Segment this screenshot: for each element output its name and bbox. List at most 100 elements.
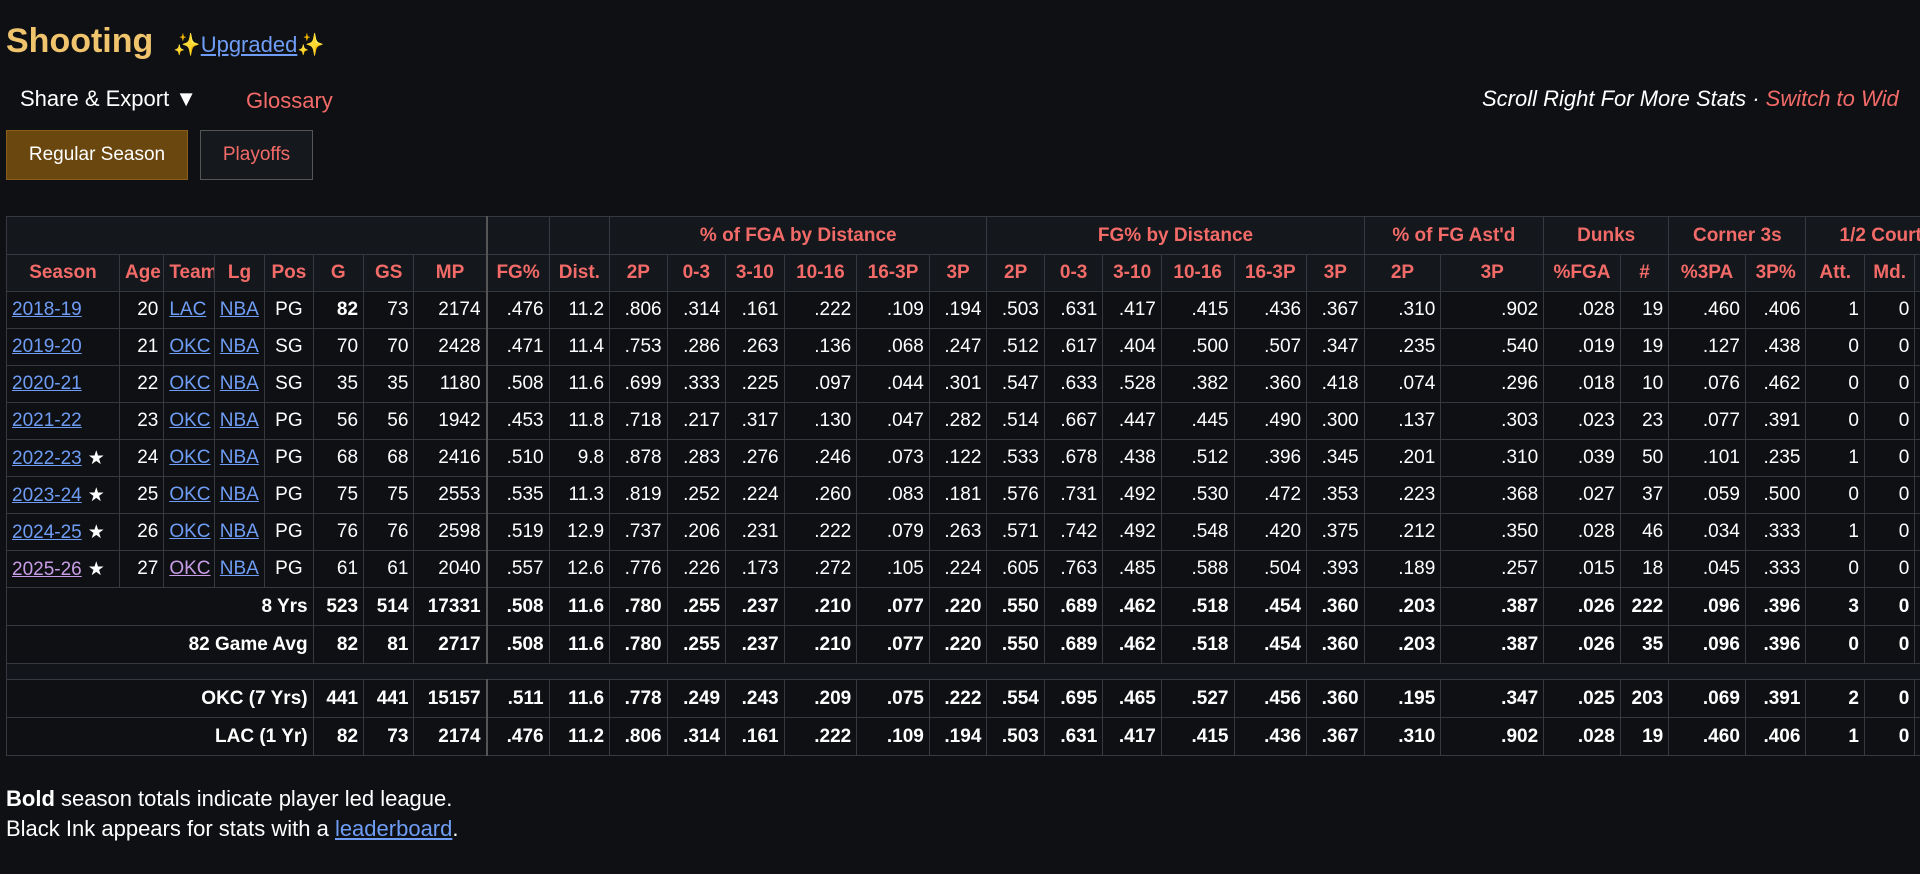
league-link[interactable]: NBA <box>220 558 259 579</box>
column-header[interactable]: %FGA <box>1543 254 1621 292</box>
team-link[interactable]: LAC <box>169 299 206 320</box>
stat-cell: 0 <box>1863 625 1916 664</box>
league-cell: NBA <box>213 365 266 403</box>
column-header[interactable]: GS <box>363 254 415 292</box>
stat-cell: .518 <box>1160 625 1235 664</box>
league-link[interactable]: NBA <box>220 336 259 357</box>
season-link[interactable]: 2019-20 <box>12 336 82 357</box>
column-header[interactable]: 10-16 <box>783 254 858 292</box>
season-link[interactable]: 2024-25 <box>12 522 82 543</box>
stat-cell: .023 <box>1543 402 1621 440</box>
column-header[interactable] <box>1914 254 1920 292</box>
league-link[interactable]: NBA <box>220 410 259 431</box>
column-header[interactable]: 2P <box>609 254 668 292</box>
column-header[interactable]: 10-16 <box>1160 254 1235 292</box>
stat-cell: .045 <box>1668 550 1746 588</box>
column-header[interactable]: Pos <box>264 254 314 292</box>
position-cell: PG <box>264 476 314 514</box>
league-link[interactable]: NBA <box>220 484 259 505</box>
column-header[interactable]: 0-3 <box>1043 254 1104 292</box>
league-link[interactable]: NBA <box>220 447 259 468</box>
season-link[interactable]: 2020-21 <box>12 373 82 394</box>
column-header[interactable]: 3-10 <box>1102 254 1162 292</box>
summary-row: OKC (7 Yrs) 441 441 15157.511 11.6.778.249.2… <box>6 679 1920 718</box>
column-header[interactable]: # <box>1619 254 1670 292</box>
leaderboard-link[interactable]: leaderboard <box>335 816 452 841</box>
column-header[interactable]: MP <box>413 254 488 292</box>
season-link[interactable]: 2023-24 <box>12 485 82 506</box>
column-header[interactable]: Age <box>118 254 165 292</box>
stat-cell: .605 <box>986 550 1045 588</box>
shooting-table-wrapper[interactable]: % of FGA by Distance FG% by Distance % o… <box>6 216 1920 756</box>
note-line-2-prefix: Black Ink appears for stats with a <box>6 816 335 841</box>
column-header[interactable]: Att. <box>1805 254 1865 292</box>
team-link[interactable]: OKC <box>169 521 210 542</box>
team-link[interactable]: OKC <box>169 410 210 431</box>
season-link[interactable]: 2018-19 <box>12 299 82 320</box>
column-header[interactable]: 2P <box>1363 254 1442 292</box>
tab-regular-season[interactable]: Regular Season <box>6 130 188 180</box>
league-cell: NBA <box>213 439 266 477</box>
team-link[interactable]: OKC <box>169 447 210 468</box>
stat-cell: .257 <box>1440 550 1545 588</box>
stat-cell: .778 <box>609 679 668 718</box>
stat-cell: .222 <box>783 717 858 756</box>
column-header[interactable]: G <box>312 254 365 292</box>
stat-cell: .231 <box>725 513 785 551</box>
column-header[interactable]: 16-3P <box>856 254 930 292</box>
stat-cell: 0 <box>1805 365 1865 403</box>
column-header[interactable]: 3P <box>1440 254 1545 292</box>
stat-cell: N <box>1914 476 1920 514</box>
column-header[interactable]: Season <box>6 254 120 292</box>
stat-cell: 37 <box>1619 476 1670 514</box>
column-header[interactable]: FG% <box>485 254 550 292</box>
over-header-corner-3s: Corner 3s <box>1668 216 1807 255</box>
stat-cell: 3 <box>1805 587 1865 626</box>
league-link[interactable]: NBA <box>220 373 259 394</box>
team-link[interactable]: OKC <box>169 484 210 505</box>
stat-cell: .194 <box>928 717 988 756</box>
stat-cell: .695 <box>1043 679 1104 718</box>
league-link[interactable]: NBA <box>220 521 259 542</box>
stat-cell: .438 <box>1744 328 1807 366</box>
stat-cell: A <box>1914 550 1920 588</box>
switch-to-wide-link[interactable]: Switch to Wid <box>1766 86 1899 111</box>
season-link[interactable]: 2025-26 <box>12 559 82 580</box>
column-header[interactable]: 3P <box>1306 254 1365 292</box>
upgraded-link[interactable]: Upgraded <box>201 32 298 57</box>
column-header[interactable]: Md. <box>1863 254 1916 292</box>
team-link[interactable]: OKC <box>169 373 210 394</box>
column-header[interactable]: %3PA <box>1668 254 1746 292</box>
column-header[interactable]: 3P% <box>1744 254 1807 292</box>
share-export-button[interactable]: Share & Export ▼ <box>20 86 197 112</box>
stat-cell: .083 <box>856 476 930 514</box>
column-header[interactable]: Lg <box>213 254 266 292</box>
team-link[interactable]: OKC <box>169 558 210 579</box>
column-header[interactable]: 3-10 <box>725 254 785 292</box>
stat-cell: 2598 <box>413 513 488 551</box>
glossary-link[interactable]: Glossary <box>246 88 333 114</box>
team-cell: OKC <box>163 476 215 514</box>
stat-cell: .460 <box>1668 717 1746 756</box>
summary-row: 8 Yrs 523 514 17331.508 11.6.780.255.237.210… <box>6 587 1920 626</box>
age-cell: 20 <box>118 291 165 329</box>
column-header[interactable]: Team <box>163 254 215 292</box>
stat-cell: .360 <box>1306 679 1365 718</box>
team-link[interactable]: OKC <box>169 336 210 357</box>
column-header[interactable]: 3P <box>928 254 988 292</box>
league-cell: NBA <box>213 513 266 551</box>
stat-cell: 70 <box>363 328 415 366</box>
tab-playoffs[interactable]: Playoffs <box>200 130 313 180</box>
column-header[interactable]: 2P <box>986 254 1045 292</box>
league-link[interactable]: NBA <box>220 299 259 320</box>
season-link[interactable]: 2021-22 <box>12 410 82 431</box>
column-header[interactable]: Dist. <box>548 254 611 292</box>
column-header[interactable]: 0-3 <box>666 254 727 292</box>
stat-cell: 35 <box>1619 625 1670 664</box>
stat-cell: .406 <box>1744 717 1807 756</box>
column-header[interactable]: 16-3P <box>1233 254 1308 292</box>
games-cell: 82 <box>312 291 365 329</box>
stat-cell: 12.9 <box>548 513 611 551</box>
position-cell: PG <box>264 513 314 551</box>
season-link[interactable]: 2022-23 <box>12 448 82 469</box>
